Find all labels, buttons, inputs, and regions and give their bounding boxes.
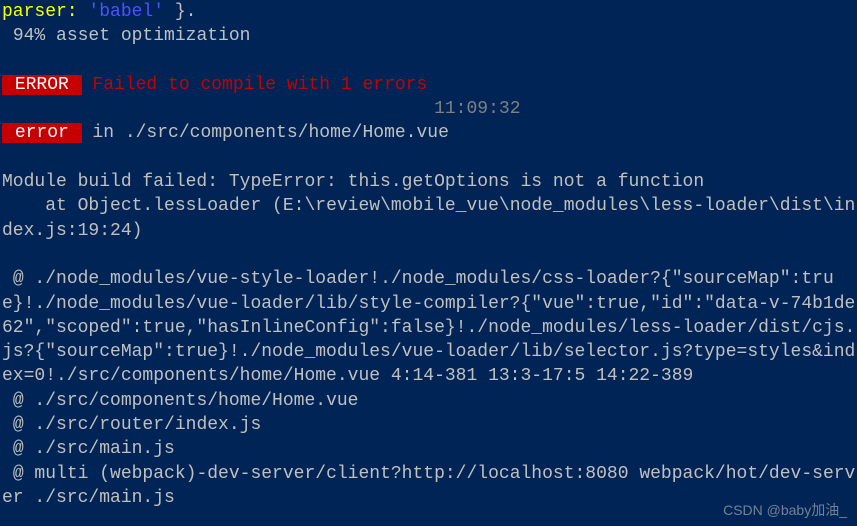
trace-line-4: @ ./src/main.js <box>2 437 857 461</box>
error-file-path: in ./src/components/home/Home.vue <box>82 123 449 143</box>
error-location-line: error in ./src/components/home/Home.vue <box>2 121 857 145</box>
parser-suffix: }. <box>175 2 197 22</box>
error-badge: ERROR <box>2 75 82 95</box>
trace-line-2: @ ./src/components/home/Home.vue <box>2 389 857 413</box>
error-summary-line: ERROR Failed to compile with 1 errors <box>2 73 857 97</box>
csdn-watermark: CSDN @baby加油_ <box>723 501 847 520</box>
module-build-failed: Module build failed: TypeError: this.get… <box>2 170 857 194</box>
error-badge-2: error <box>2 123 82 143</box>
blank-line <box>2 146 857 170</box>
stack-at-line: at Object.lessLoader (E:\review\mobile_v… <box>2 194 857 243</box>
progress-line: 94% asset optimization <box>2 24 857 48</box>
parser-config-line: parser: 'babel' }. <box>2 0 857 24</box>
error-message: Failed to compile with 1 errors <box>82 75 428 95</box>
trace-line-3: @ ./src/router/index.js <box>2 413 857 437</box>
blank-line <box>2 243 857 267</box>
parser-key: parser: <box>2 2 78 22</box>
trace-line-1: @ ./node_modules/vue-style-loader!./node… <box>2 267 857 388</box>
timestamp-line: 11:09:32 <box>2 97 857 121</box>
blank-line <box>2 49 857 73</box>
parser-value: 'babel' <box>78 2 175 22</box>
